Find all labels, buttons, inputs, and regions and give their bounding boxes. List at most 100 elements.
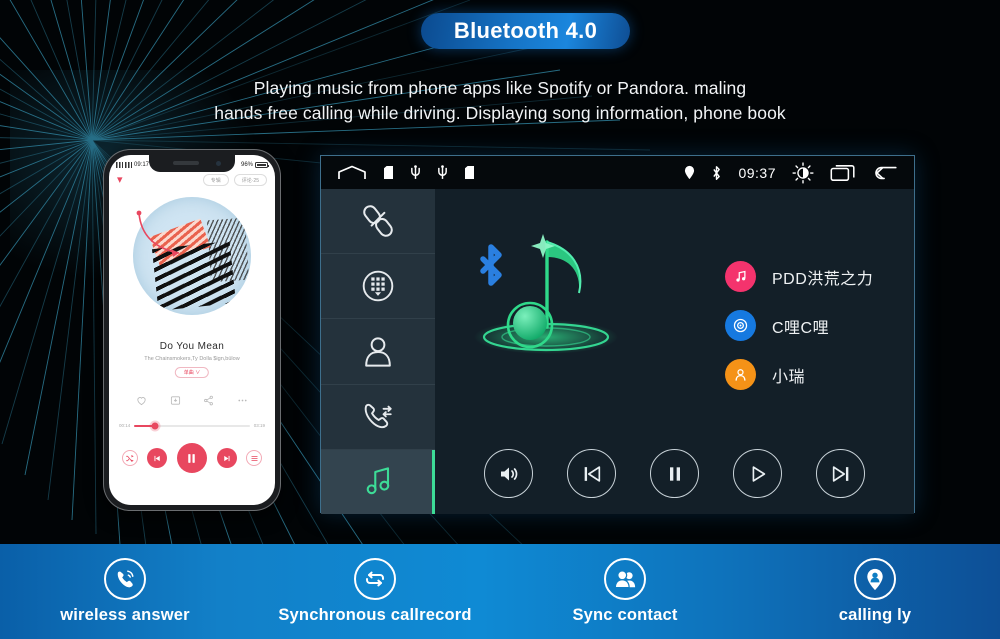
- next-icon: [224, 455, 230, 461]
- signal-icon: [125, 162, 132, 168]
- phone-progress-bar[interactable]: 00:14 03:19: [119, 422, 265, 429]
- person-icon: [735, 368, 746, 381]
- phone-app-topbar: ▾ 专辑 评论·25: [109, 174, 275, 186]
- feature-synchronous-callrecord[interactable]: Synchronous callrecord: [250, 544, 500, 639]
- sdcard-icon[interactable]: [383, 165, 394, 180]
- song-list: PDD洪荒之力 C哩C哩 小瑞: [725, 261, 873, 390]
- phone-playback-controls: [109, 443, 275, 473]
- comments-pill[interactable]: 评论·25: [233, 174, 267, 186]
- feature-wireless-answer[interactable]: wireless answer: [0, 544, 250, 639]
- previous-icon: [154, 455, 160, 461]
- front-camera: [216, 161, 221, 166]
- person-pin-glyph: [867, 568, 883, 590]
- head-unit-status-bar: 09:37: [321, 156, 914, 189]
- download-icon[interactable]: [170, 395, 181, 406]
- play-button[interactable]: [733, 449, 782, 498]
- phone-song-artist: The Chainsmokers,Ty Dolla $ign,bülow: [144, 356, 240, 362]
- title-badge: Bluetooth 4.0: [421, 13, 630, 49]
- head-unit-playback-controls: [435, 449, 914, 498]
- pause-icon: [669, 466, 680, 481]
- shuffle-icon: [126, 454, 135, 462]
- title-badge-label: Bluetooth 4.0: [453, 18, 598, 43]
- share-icon[interactable]: [203, 395, 214, 406]
- phone-song-title: Do You Mean: [159, 341, 225, 352]
- head-unit-time: 09:37: [738, 164, 776, 181]
- sidebar-item-connect[interactable]: [321, 189, 435, 255]
- sidebar-item-music[interactable]: [321, 449, 435, 515]
- head-unit-main: PDD洪荒之力 C哩C哩 小瑞: [435, 189, 914, 514]
- smartphone-mockup: 09:17 96% ▾ 专辑 评论·25 Do You Mean The Cha…: [104, 150, 280, 510]
- usb-icon[interactable]: [410, 165, 421, 180]
- song-list-item[interactable]: C哩C哩: [725, 310, 873, 341]
- feature-bar: wireless answer Synchronous callrecord S…: [0, 544, 1000, 639]
- usb-icon[interactable]: [437, 165, 448, 180]
- song-list-item[interactable]: PDD洪荒之力: [725, 261, 873, 292]
- bluetooth-icon: [713, 165, 721, 180]
- battery-icon: [255, 162, 270, 168]
- sync-loop-icon: [354, 558, 396, 600]
- progress-track[interactable]: [134, 422, 250, 429]
- heart-icon[interactable]: [136, 395, 147, 406]
- feature-label: wireless answer: [60, 606, 190, 624]
- next-icon: [832, 465, 848, 482]
- call-records-icon: [364, 403, 392, 428]
- music-note-icon: [736, 270, 746, 282]
- bluetooth-link-icon: [363, 205, 393, 237]
- feature-label: Sync contact: [572, 606, 678, 624]
- music-icon: [366, 467, 390, 495]
- location-pin-icon: [685, 165, 695, 180]
- next-button[interactable]: [216, 448, 237, 468]
- promo-banner: Bluetooth 4.0 Playing music from phone a…: [0, 0, 1000, 639]
- album-art-wrapper: [109, 197, 275, 315]
- disc-icon: [733, 318, 748, 333]
- play-icon: [752, 465, 765, 482]
- phone-waves-glyph: [117, 570, 134, 588]
- next-button[interactable]: [816, 449, 865, 498]
- car-head-unit: 09:37 PDD洪荒之力 C哩C哩 小瑞: [320, 155, 915, 515]
- shuffle-button[interactable]: [121, 450, 138, 466]
- subtitle-line-1: Playing music from phone apps like Spoti…: [253, 78, 747, 98]
- two-people-icon: [604, 558, 646, 600]
- feature-calling-ly[interactable]: calling ly: [750, 544, 1000, 639]
- phone-battery-percent: 96%: [240, 162, 253, 168]
- sdcard-icon[interactable]: [464, 165, 475, 180]
- person-badge-icon: [725, 359, 756, 390]
- recent-apps-icon[interactable]: [830, 164, 856, 182]
- sidebar-item-contacts[interactable]: [321, 319, 435, 385]
- playlist-button[interactable]: [246, 450, 263, 466]
- feature-sync-contact[interactable]: Sync contact: [500, 544, 750, 639]
- song-list-item[interactable]: 小瑞: [725, 359, 873, 390]
- phone-status-time: 09:17: [134, 162, 150, 168]
- sidebar-item-call-records[interactable]: [321, 385, 435, 450]
- chevron-down-icon[interactable]: ▾: [117, 174, 123, 186]
- feature-label: Synchronous callrecord: [278, 606, 472, 624]
- more-icon[interactable]: [237, 395, 248, 406]
- previous-button[interactable]: [147, 448, 168, 468]
- pause-icon: [188, 453, 196, 463]
- previous-button[interactable]: [567, 449, 616, 498]
- sync-loop-glyph: [366, 571, 384, 587]
- pause-button[interactable]: [650, 449, 699, 498]
- brightness-icon[interactable]: [792, 161, 814, 184]
- total-time: 03:19: [253, 423, 265, 428]
- song-name: 小瑞: [772, 368, 806, 386]
- album-pill[interactable]: 专辑: [202, 174, 229, 186]
- previous-icon: [584, 465, 600, 482]
- sidebar-item-dialpad[interactable]: [321, 254, 435, 320]
- phone-song-tag[interactable]: 单曲 ∨: [174, 367, 210, 378]
- home-icon[interactable]: [337, 165, 367, 181]
- back-arrow-icon[interactable]: [872, 164, 898, 182]
- bluetooth-music-hero-icon: [474, 234, 618, 354]
- progress-knob[interactable]: [151, 422, 159, 429]
- signal-icon: [116, 162, 123, 168]
- phone-notch: [149, 155, 235, 172]
- head-unit-sidebar: [321, 189, 435, 515]
- dialpad-icon: [362, 271, 394, 302]
- volume-button[interactable]: [484, 449, 533, 498]
- phone-screen: 09:17 96% ▾ 专辑 评论·25 Do You Mean The Cha…: [109, 155, 275, 505]
- subtitle-block: Playing music from phone apps like Spoti…: [0, 76, 1000, 126]
- feature-label: calling ly: [838, 606, 912, 624]
- song-name: PDD洪荒之力: [772, 270, 874, 288]
- pause-button[interactable]: [176, 443, 207, 473]
- person-pin-icon: [854, 558, 896, 600]
